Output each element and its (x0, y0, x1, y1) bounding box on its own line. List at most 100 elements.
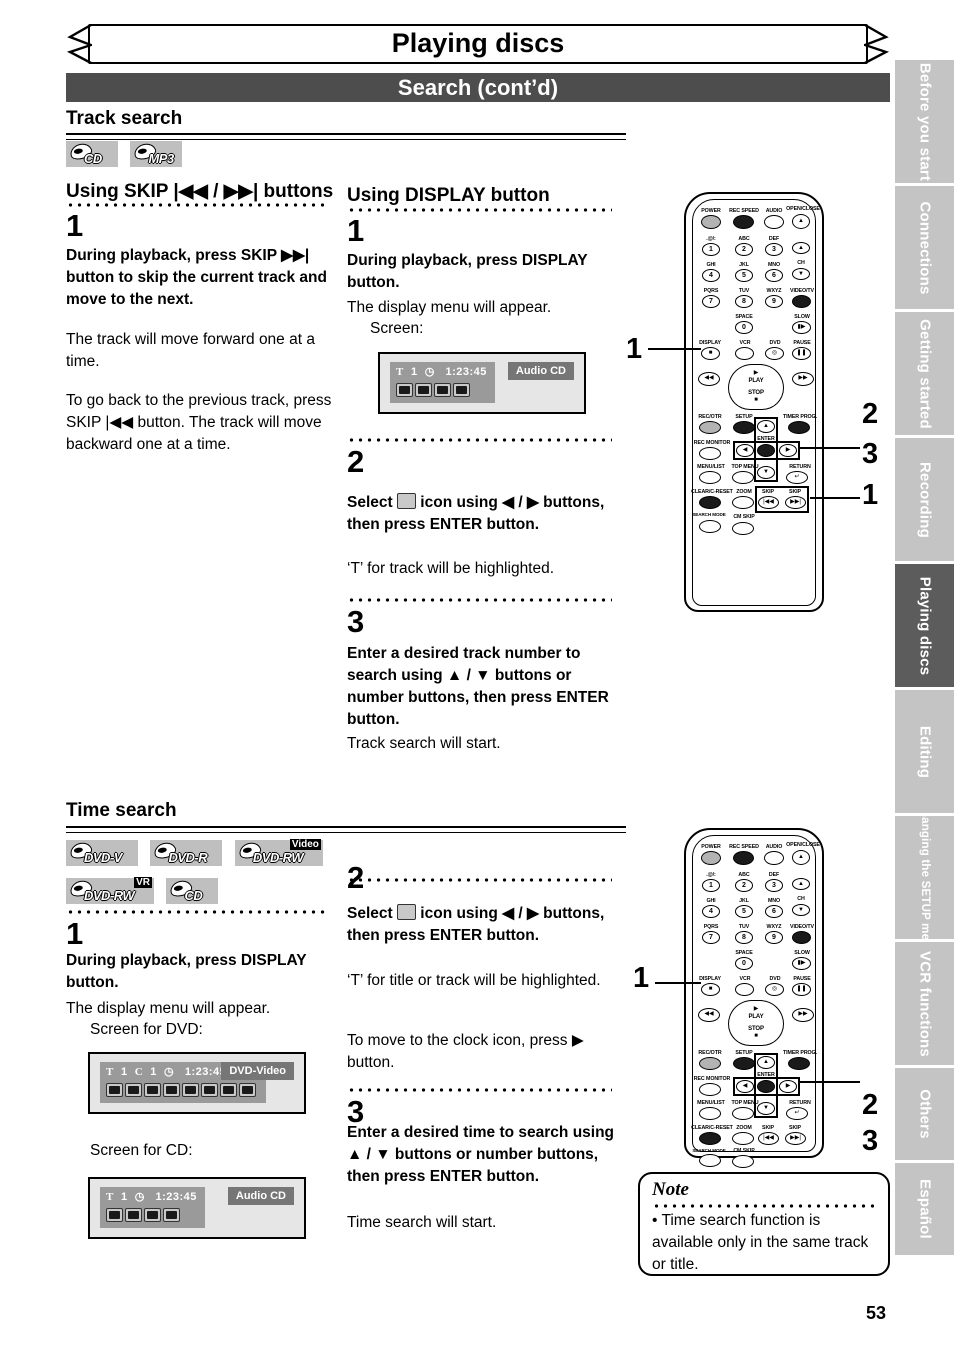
disc-badge-label: DVD-RW (84, 888, 135, 903)
rec-speed-button[interactable] (733, 851, 754, 865)
rewind-icon: ◀◀ (704, 1011, 714, 1017)
menu-list-button[interactable] (699, 471, 721, 484)
sidebar-tab-label: Others (916, 1089, 933, 1139)
search-mode-icon (396, 904, 416, 920)
key0-number: 0 (742, 960, 746, 967)
slow-label: SLOW (794, 950, 810, 956)
top-menu-label: TOP MENU (731, 1100, 759, 1106)
key3-number: 3 (772, 246, 776, 253)
search-mode-button[interactable] (699, 520, 721, 533)
timer-prog-button[interactable] (788, 421, 810, 434)
setup-button[interactable] (733, 1057, 755, 1070)
sidebar-tab-label: Getting started (916, 318, 933, 429)
audio-button[interactable] (764, 215, 784, 229)
audio-button[interactable] (764, 851, 784, 865)
step-bold-text-part1: Select (347, 905, 393, 922)
using-display-heading: Using DISPLAY button (347, 185, 550, 206)
key6-number: 6 (772, 908, 776, 915)
timer-prog-button[interactable] (788, 1057, 810, 1070)
audio-icon (125, 1082, 142, 1097)
step-number: 3 (347, 604, 365, 639)
sidebar-tab-before-you-start[interactable]: Before you start (895, 60, 954, 183)
vcr-button[interactable] (735, 347, 754, 360)
top-menu-button[interactable] (732, 471, 754, 484)
sidebar-tab-playing-discs[interactable]: Playing discs (895, 564, 954, 687)
cm-skip-button[interactable] (732, 1155, 754, 1168)
zoom-button[interactable] (732, 496, 754, 509)
disc-badge-label: MP3 (148, 151, 174, 166)
sidebar-tab-others[interactable]: Others (895, 1068, 954, 1160)
using-skip-heading: Using SKIP |◀◀ / ▶▶| buttons (66, 181, 334, 202)
video-tv-button[interactable] (792, 295, 811, 308)
clear-reset-label: CLEAR/C-RESET (691, 1125, 733, 1131)
sidebar-tab-connections[interactable]: Connections (895, 186, 954, 309)
key9-label: WXYZ (766, 288, 782, 294)
clear-reset-button[interactable] (699, 496, 721, 509)
track-search-rule (66, 133, 626, 140)
search-mode-icon (396, 493, 416, 509)
key4-number: 4 (709, 272, 713, 279)
screen-caption: Screen: (370, 320, 424, 337)
display-icon: ■ (708, 350, 713, 356)
rec-speed-button[interactable] (733, 215, 754, 229)
clock-icon: ◷ (164, 1066, 175, 1078)
disc-badge-dvd-v: DVD-V (66, 840, 138, 866)
fast-forward-icon: ▶▶ (798, 375, 808, 381)
key1-number: 1 (709, 246, 713, 253)
rec-otr-button[interactable] (699, 1057, 721, 1070)
marker-icon (163, 1207, 180, 1222)
cm-skip-button[interactable] (732, 522, 754, 535)
setup-button[interactable] (733, 421, 755, 434)
sidebar-tab-recording[interactable]: Recording (895, 438, 954, 561)
key2-label: ABC (738, 236, 750, 242)
disc-badge-dvd-rw-video: Video DVD-RW (234, 839, 323, 866)
rec-monitor-button[interactable] (699, 1083, 721, 1096)
osd-title-letter: T (396, 366, 404, 378)
rec-otr-button[interactable] (699, 421, 721, 434)
sidebar-tab-changing-setup-menu[interactable]: Changing the SETUP menu (895, 816, 954, 939)
note-box: Note • Time search function is available… (638, 1172, 890, 1276)
key2-label: ABC (738, 872, 750, 878)
repeat-icon (434, 382, 451, 397)
key3-number: 3 (772, 882, 776, 889)
audio-icon (125, 1207, 142, 1222)
power-button[interactable] (701, 215, 721, 229)
dotted-separator (652, 1204, 874, 1208)
step-bold-text: Enter a desired time to search using ▲ /… (347, 1124, 615, 1185)
sidebar-tabs: Before you start Connections Getting sta… (895, 60, 954, 1258)
power-button[interactable] (701, 851, 721, 865)
osd-info-strip: T 1 ◷ 1:23:45 (100, 1187, 205, 1228)
top-menu-button[interactable] (732, 1107, 754, 1120)
search-mode-button[interactable] (699, 1154, 721, 1167)
rec-otr-label: REC/OTR (698, 1050, 722, 1056)
osd-disc-tag: Audio CD (507, 362, 574, 380)
step-bold-text: Select icon using ◀ / ▶ buttons, then pr… (347, 492, 615, 536)
video-tv-button[interactable] (792, 931, 811, 944)
osd-disc-tag: DVD-Video (221, 1062, 294, 1080)
cm-skip-label: CM SKIP (733, 1148, 755, 1154)
key0-number: 0 (742, 324, 746, 331)
time-search-disc-badges-row1: DVD-V DVD-R Video DVD-RW (66, 839, 331, 866)
callout-leader-line (800, 1081, 860, 1083)
zoom-button[interactable] (732, 1132, 754, 1145)
rec-monitor-button[interactable] (699, 447, 721, 460)
menu-list-button[interactable] (699, 1107, 721, 1120)
pause-label: PAUSE (793, 340, 811, 346)
vcr-button[interactable] (735, 983, 754, 996)
screen-caption-cd: Screen for CD: (90, 1142, 193, 1159)
clear-reset-button[interactable] (699, 1132, 721, 1145)
key8-number: 8 (742, 298, 746, 305)
key1-number: 1 (709, 882, 713, 889)
sidebar-tab-editing[interactable]: Editing (895, 690, 954, 813)
sidebar-tab-espanol[interactable]: Español (895, 1163, 954, 1255)
chevron-up-icon: ▲ (798, 245, 804, 251)
callout-leader-line (810, 497, 860, 499)
key9-number: 9 (772, 298, 776, 305)
callout-leader-line (648, 348, 701, 350)
sidebar-tab-vcr-functions[interactable]: VCR functions (895, 942, 954, 1065)
skip-forward-label: SKIP (789, 1125, 801, 1131)
rec-speed-label: REC SPEED (729, 208, 759, 214)
slow-icon: ▮▶ (797, 324, 806, 330)
sidebar-tab-getting-started[interactable]: Getting started (895, 312, 954, 435)
disc-badge-label: DVD-RW (252, 850, 304, 865)
